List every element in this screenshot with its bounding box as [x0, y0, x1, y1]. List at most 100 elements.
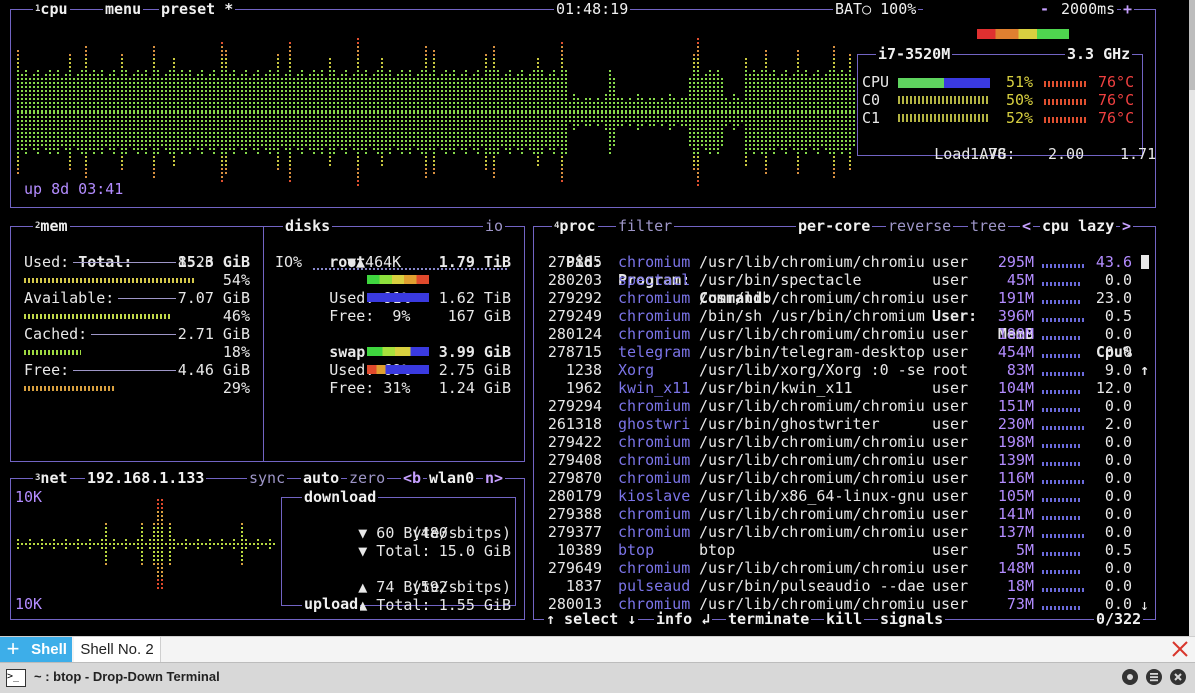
process-program: chromium [618, 253, 691, 271]
process-user: user [932, 307, 969, 325]
menu-icon[interactable] [1145, 668, 1163, 686]
menu-button[interactable]: menu [103, 0, 144, 18]
process-row[interactable]: 280124 chromium/usr/lib/chromium/chromiu u… [534, 325, 1155, 343]
process-pid: 279388 [547, 505, 602, 523]
core-usage-meter [898, 78, 990, 88]
process-row[interactable]: 279870 chromium/usr/lib/chromium/chromiu u… [534, 469, 1155, 487]
next-interface-button[interactable]: n> [483, 469, 506, 487]
process-row[interactable]: 1837 pulseaud/usr/bin/pulseaudio --dae use… [534, 577, 1155, 595]
reverse-toggle[interactable]: reverse [886, 217, 954, 235]
process-cpu: 0.0 [1104, 325, 1132, 343]
core-usage-meter [898, 96, 990, 104]
process-pid: 279422 [547, 433, 602, 451]
cpu-frequency: 3.3 GHz [1065, 45, 1133, 63]
process-row[interactable]: 1962 kwin_x11/usr/bin/kwin_x11 user 104M 12.… [534, 379, 1155, 397]
filter-button[interactable]: filter [616, 217, 675, 235]
process-row[interactable]: 279388 chromium/usr/lib/chromium/chromiu u… [534, 505, 1155, 523]
core-temp-graph [1044, 99, 1088, 105]
proc-panel-title[interactable]: 4proc [552, 217, 598, 235]
tree-toggle[interactable]: tree [968, 217, 1009, 235]
cpu-panel: 1cpu menu preset * 01:48:19 BAT○ 100% - … [10, 0, 1156, 208]
process-program: ghostwri [618, 415, 691, 433]
process-pid: 279649 [547, 559, 602, 577]
core-usage-meter [898, 114, 990, 122]
process-row[interactable]: 261318 ghostwri/usr/bin/ghostwriter user 23… [534, 415, 1155, 433]
process-mem: 148M [997, 559, 1034, 577]
process-pid: 261318 [547, 415, 602, 433]
process-row[interactable]: 279649 chromium/usr/lib/chromium/chromiu u… [534, 559, 1155, 577]
mem-item-line [73, 370, 176, 371]
process-cpu: 0.5 [1104, 307, 1132, 325]
window-scrollbar[interactable] [1189, 0, 1195, 636]
core-row: C1 52% 76°C [862, 109, 1138, 127]
process-mem: 141M [997, 505, 1034, 523]
per-core-toggle[interactable]: per-core [796, 217, 873, 235]
process-count: 0/322 [1094, 610, 1144, 628]
process-pid: 279870 [547, 469, 602, 487]
interval-decrease-button[interactable]: - [1038, 0, 1052, 18]
process-mem: 396M [997, 307, 1034, 325]
sort-next-button[interactable]: > [1120, 217, 1134, 235]
close-tab-icon[interactable] [1168, 639, 1190, 659]
process-cpu: 0.0 [1104, 271, 1132, 289]
tab-bar: + Shell Shell No. 2 [0, 636, 1195, 663]
process-row[interactable]: 280179 kioslave/usr/lib/x86_64-linux-gnu u… [534, 487, 1155, 505]
tab-shell-2[interactable]: Shell No. 2 [74, 637, 161, 663]
process-program: btop [618, 541, 655, 559]
kill-button[interactable]: kill [824, 610, 865, 628]
process-pid: 278715 [547, 343, 602, 361]
process-row[interactable]: 10389 btop btop user 5M 0.5 [534, 541, 1155, 559]
preset-button[interactable]: preset * [159, 0, 236, 18]
process-row[interactable]: 279408 chromium/usr/lib/chromium/chromiu u… [534, 451, 1155, 469]
process-mem: 18M [1006, 577, 1034, 595]
mem-panel-title[interactable]: 2mem [33, 217, 70, 235]
cpu-panel-title[interactable]: 1cpu [33, 0, 70, 18]
auto-toggle[interactable]: auto [301, 469, 342, 487]
process-cpu: 0.0 [1104, 433, 1132, 451]
sort-prev-button[interactable]: < [1020, 217, 1034, 235]
net-panel-title[interactable]: 3net [33, 469, 70, 487]
process-program: chromium [618, 397, 691, 415]
mem-item-value: 8.26 GiB [177, 253, 250, 271]
core-row: CPU 51% 76°C [862, 73, 1138, 91]
process-row[interactable]: 278715 telegram/usr/bin/telegram-desktop u… [534, 343, 1155, 361]
process-row[interactable]: 279292 chromium/usr/lib/chromium/chromiu u… [534, 289, 1155, 307]
interval-increase-button[interactable]: + [1121, 0, 1135, 18]
process-user: user [932, 397, 969, 415]
mem-item-bar [24, 278, 195, 283]
mem-item-value: 7.07 GiB [177, 289, 250, 307]
tab-shell[interactable]: Shell [26, 637, 72, 663]
disks-panel-title[interactable]: disks [283, 217, 333, 235]
process-mem: 151M [997, 397, 1034, 415]
core-percent: 51% [1006, 73, 1034, 91]
process-row[interactable]: 279249 chromium/bin/sh /usr/bin/chromium u… [534, 307, 1155, 325]
process-row[interactable]: 280203 spectacl/usr/bin/spectacle user 45M 0… [534, 271, 1155, 289]
net-panel: 3net 192.168.1.133 sync auto zero <b wla… [10, 469, 525, 620]
process-mem: 191M [997, 289, 1034, 307]
info-button[interactable]: info ↲ [654, 610, 713, 628]
select-keys[interactable]: ↑ select ↓ [544, 610, 639, 628]
zero-toggle[interactable]: zero [347, 469, 388, 487]
proc-scrollbar-thumb[interactable] [1141, 255, 1149, 269]
terminate-button[interactable]: terminate [726, 610, 812, 628]
process-pid: 1238 [565, 361, 602, 379]
core-row: C0 50% 76°C [862, 91, 1138, 109]
process-row[interactable]: 279377 chromium/usr/lib/chromium/chromiu u… [534, 523, 1155, 541]
process-row[interactable]: 279294 chromium/usr/lib/chromium/chromiu u… [534, 397, 1155, 415]
signals-button[interactable]: signals [878, 610, 946, 628]
process-user: user [932, 577, 969, 595]
process-program: chromium [618, 307, 691, 325]
process-row[interactable]: 1238 Xorg/usr/lib/xorg/Xorg :0 -se root 83M… [534, 361, 1155, 379]
close-window-icon[interactable] [1169, 668, 1187, 686]
io-toggle[interactable]: io [483, 217, 506, 235]
minimize-icon[interactable] [1121, 668, 1139, 686]
new-tab-button[interactable]: + [0, 637, 26, 663]
process-program: chromium [618, 289, 691, 307]
process-user: user [932, 559, 969, 577]
prev-interface-button[interactable]: <b [401, 469, 424, 487]
process-row[interactable]: 279422 chromium/usr/lib/chromium/chromiu u… [534, 433, 1155, 451]
sync-toggle[interactable]: sync [247, 469, 288, 487]
process-row[interactable]: 279885 chromium/usr/lib/chromium/chromiu u… [534, 253, 1155, 271]
terminal-area[interactable]: 1cpu menu preset * 01:48:19 BAT○ 100% - … [0, 0, 1195, 636]
cpu-usage-graph [17, 38, 855, 186]
